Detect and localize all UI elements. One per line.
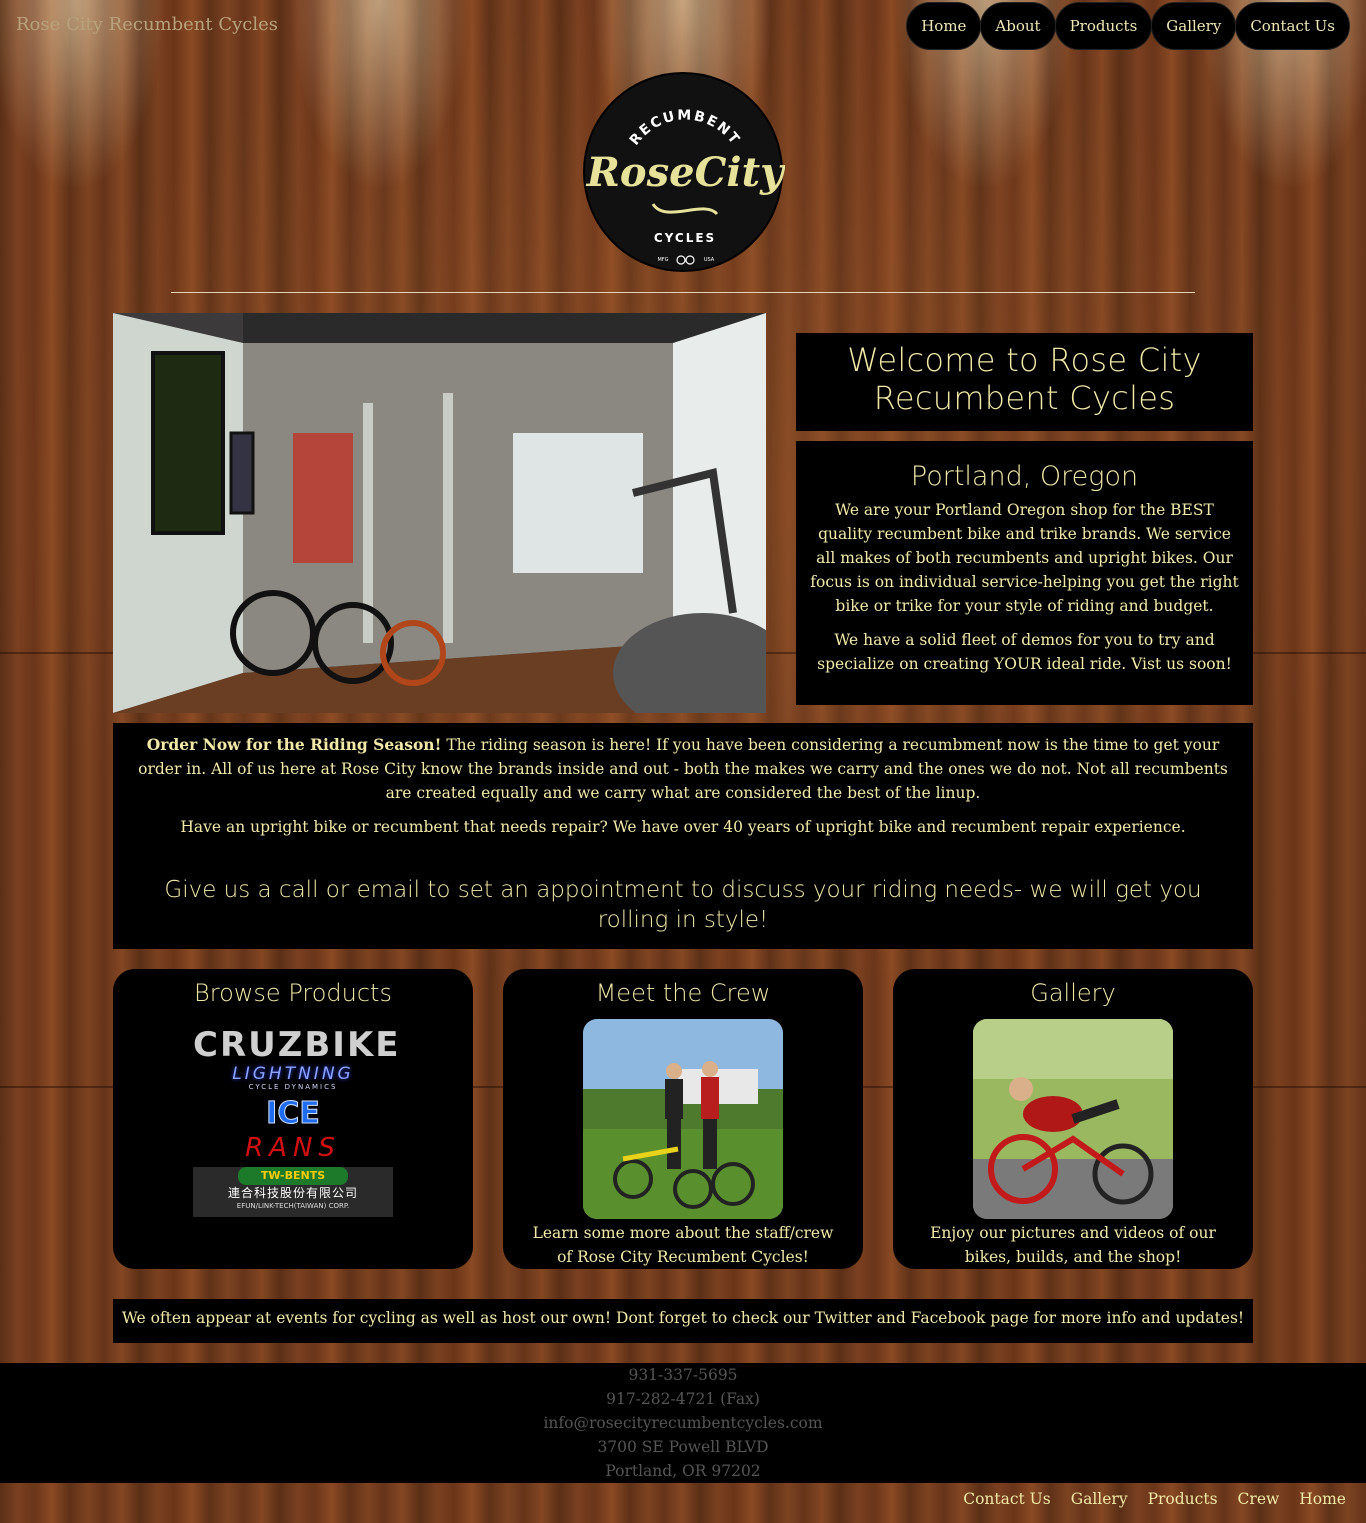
- bike-wheel-icon: [685, 255, 695, 265]
- footer-nav-crew[interactable]: Crew: [1238, 1490, 1280, 1508]
- rans-logo[interactable]: RANS: [193, 1133, 393, 1163]
- order-panel: Order Now for the Riding Season! The rid…: [113, 723, 1253, 949]
- nav-home[interactable]: Home: [906, 2, 982, 50]
- svg-text:RECUMBENT: RECUMBENT: [627, 108, 744, 149]
- lightning-logo[interactable]: LIGHTNING CYCLE DYNAMICS: [193, 1065, 393, 1097]
- footer-address-line-1: 3700 SE Powell BLVD: [597, 1438, 769, 1456]
- footer-email[interactable]: info@rosecityrecumbentcycles.com: [0, 1411, 1366, 1435]
- welcome-heading: Welcome to Rose City Recumbent Cycles: [847, 341, 1202, 417]
- welcome-panel: Welcome to Rose City Recumbent Cycles: [796, 333, 1253, 431]
- gallery-text: Enjoy our pictures and videos of our bik…: [930, 1224, 1216, 1266]
- bike-wheel-icon: [676, 255, 686, 265]
- cruzbike-logo[interactable]: CRUZBIKE: [193, 1025, 399, 1065]
- intro-paragraph-1: We are your Portland Oregon shop for the…: [810, 501, 1239, 615]
- footer-nav: Contact Us Gallery Products Crew Home: [963, 1490, 1346, 1508]
- footer-address-line-2: Portland, OR 97202: [605, 1462, 761, 1480]
- site-title[interactable]: Rose City Recumbent Cycles: [16, 14, 278, 35]
- intro-paragraph-2: We have a solid fleet of demos for you t…: [817, 631, 1232, 673]
- ice-logo[interactable]: ICE: [193, 1096, 393, 1133]
- logo-main-text: RoseCity: [586, 149, 785, 196]
- footer-nav-products[interactable]: Products: [1148, 1490, 1218, 1508]
- footer-fax: 917-282-4721 (Fax): [606, 1390, 760, 1408]
- main-nav: Home About Products Gallery Contact Us: [906, 2, 1350, 50]
- cycle-dynamics-text: CYCLE DYNAMICS: [248, 1083, 338, 1091]
- shop-interior-photo: [113, 313, 766, 713]
- repair-paragraph: Have an upright bike or recumbent that n…: [180, 818, 1186, 836]
- footer-nav-contact-us[interactable]: Contact Us: [963, 1490, 1051, 1508]
- footer-contact: 931-337-5695 917-282-4721 (Fax) info@ros…: [0, 1363, 1366, 1483]
- events-text: We often appear at events for cycling as…: [121, 1309, 1245, 1327]
- call-to-action: Give us a call or email to set an appoin…: [164, 877, 1202, 933]
- gallery-card[interactable]: Gallery Enjoy our pictures and videos of…: [893, 969, 1253, 1269]
- tw-bents-chinese: 連合科技股份有限公司: [227, 1186, 358, 1200]
- logo-small-left: MFG: [657, 257, 668, 263]
- footer-nav-gallery[interactable]: Gallery: [1071, 1490, 1128, 1508]
- browse-products-title[interactable]: Browse Products: [113, 969, 473, 1019]
- nav-products[interactable]: Products: [1054, 2, 1153, 50]
- rose-city-logo[interactable]: RECUMBENT RoseCity CYCLES MFG USA: [583, 72, 786, 272]
- meet-crew-title[interactable]: Meet the Crew: [503, 969, 863, 1019]
- intro-heading: Portland, Oregon: [910, 461, 1139, 492]
- logo-small-right: USA: [704, 257, 715, 263]
- browse-products-card[interactable]: Browse Products CRUZBIKE LIGHTNING CYCLE…: [113, 969, 473, 1269]
- nav-contact-us[interactable]: Contact Us: [1235, 2, 1350, 50]
- crew-photo[interactable]: [583, 1019, 783, 1219]
- intro-panel: Portland, Oregon We are your Portland Or…: [796, 441, 1253, 705]
- logo-top-text: RECUMBENT: [627, 108, 742, 149]
- gallery-title[interactable]: Gallery: [893, 969, 1253, 1019]
- logo-bottom-text: CYCLES: [654, 231, 716, 245]
- gallery-photo[interactable]: [973, 1019, 1173, 1219]
- tw-bents-text: TW-BENTS: [238, 1167, 348, 1185]
- meet-crew-text: Learn some more about the staff/crew of …: [532, 1224, 834, 1266]
- shop-photo-graphic: [113, 313, 766, 713]
- order-bold: Order Now for the Riding Season!: [146, 735, 442, 754]
- tw-bents-corp: EFUN/LINK-TECH(TAIWAN) CORP.: [236, 1202, 350, 1210]
- logo-graphic: RECUMBENT RoseCity CYCLES MFG USA: [586, 108, 786, 265]
- meet-crew-card[interactable]: Meet the Crew Learn some more about the …: [503, 969, 863, 1269]
- order-paragraph: Order Now for the Riding Season! The rid…: [123, 733, 1243, 805]
- lightning-text: LIGHTNING: [232, 1064, 354, 1084]
- events-panel: We often appear at events for cycling as…: [113, 1299, 1253, 1343]
- footer-phone[interactable]: 931-337-5695: [0, 1363, 1366, 1387]
- tw-bents-logo[interactable]: TW-BENTS 連合科技股份有限公司 EFUN/LINK-TECH(TAIWA…: [193, 1167, 393, 1217]
- footer-nav-home[interactable]: Home: [1299, 1490, 1346, 1508]
- gallery-photo-graphic: [973, 1019, 1173, 1219]
- crew-photo-graphic: [583, 1019, 783, 1219]
- header-divider: [171, 292, 1195, 293]
- nav-gallery[interactable]: Gallery: [1151, 2, 1237, 50]
- nav-about[interactable]: About: [980, 2, 1056, 50]
